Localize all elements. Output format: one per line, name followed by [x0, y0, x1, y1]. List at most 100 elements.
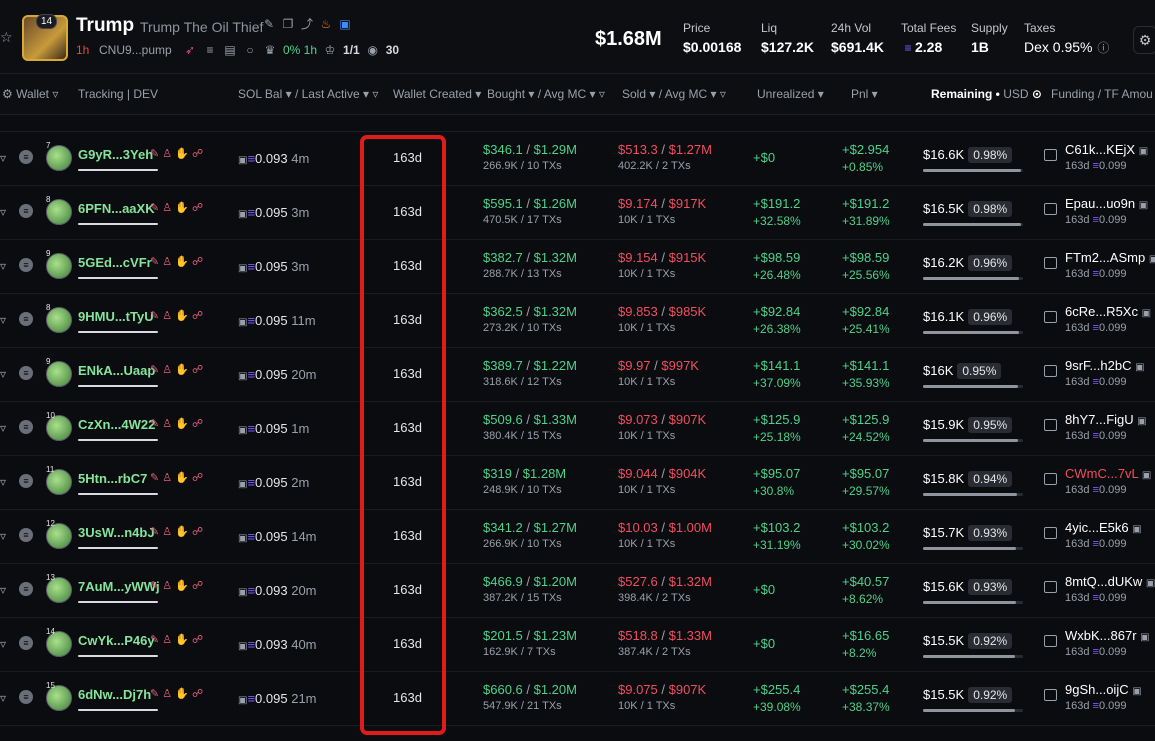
table-row[interactable]: ▿ ≡ 14 CwYk...P46y ✎ ♙ ✋ ☍ ▣≡0.093 40m 163d $20…: [0, 617, 1155, 672]
share-icon[interactable]: ⤴: [300, 17, 314, 31]
funding-cell[interactable]: 9srF...h2bC ▣ 163d ≡0.099: [1065, 358, 1145, 388]
wallet-address[interactable]: 5GEd...cVFr: [78, 255, 152, 270]
wallet-address[interactable]: 5Htn...rbC7: [78, 471, 147, 486]
table-row[interactable]: ▿ ≡ 11 5Htn...rbC7 ✎ ♙ ✋ ☍ ▣≡0.095 2m 163d $319…: [0, 455, 1155, 510]
funding-address[interactable]: 4yic...E5k6: [1065, 520, 1129, 535]
funding-icon[interactable]: [1044, 581, 1057, 593]
wallet-address[interactable]: CzXn...4W22: [78, 417, 155, 432]
menu-icon[interactable]: ≡: [19, 150, 33, 164]
filter-icon[interactable]: ▿: [0, 529, 6, 543]
wallet-address[interactable]: CwYk...P46y: [78, 633, 155, 648]
copy-icon[interactable]: ▣: [1139, 200, 1148, 211]
table-row[interactable]: ▿ ≡ 8 6PFN...aaXK ✎ ♙ ✋ ☍ ▣≡0.095 3m 163d $595.…: [0, 185, 1155, 240]
funding-address[interactable]: CWmC...7vL: [1065, 466, 1138, 481]
header-remaining[interactable]: Remaining • USD ⊙: [931, 87, 1042, 101]
wallet-address[interactable]: 9HMU...tTyU: [78, 309, 154, 324]
filter-icon[interactable]: ▿: [0, 691, 6, 705]
flame-icon[interactable]: ♨: [319, 17, 333, 31]
table-row[interactable]: ▿ ≡ 9 5GEd...cVFr ✎ ♙ ✋ ☍ ▣≡0.095 3m 163d $382.…: [0, 239, 1155, 294]
copy-icon[interactable]: ▣: [1146, 578, 1155, 589]
table-row[interactable]: ▿ ≡ 13 7AuM...yWWj ✎ ♙ ✋ ☍ ▣≡0.093 20m 163d $46…: [0, 563, 1155, 618]
contract-address[interactable]: CNU9...pump: [99, 43, 172, 57]
wallet-address[interactable]: 6dNw...Dj7h: [78, 687, 151, 702]
funding-address[interactable]: 6cRe...R5Xc: [1065, 304, 1138, 319]
copy-icon[interactable]: ▣: [1140, 632, 1149, 643]
header-pnl[interactable]: Pnl ▾: [851, 87, 878, 101]
menu-icon[interactable]: ≡: [19, 636, 33, 650]
note-icon[interactable]: ▤: [223, 43, 237, 57]
table-row[interactable]: ▿ ≡ 9 ENkA...Uaap ✎ ♙ ✋ ☍ ▣≡0.095 20m 163d $389…: [0, 347, 1155, 402]
table-row[interactable]: ▿ ≡ 10 CzXn...4W22 ✎ ♙ ✋ ☍ ▣≡0.095 1m 163d $509…: [0, 401, 1155, 456]
funding-icon[interactable]: [1044, 635, 1057, 647]
funding-cell[interactable]: 8mtQ...dUKw ▣ 163d ≡0.099: [1065, 574, 1155, 604]
funding-cell[interactable]: FTm2...ASmp ▣ 163d ≡0.099: [1065, 250, 1155, 280]
copy-icon[interactable]: ▣: [1142, 308, 1151, 319]
table-row[interactable]: ▿ ≡ 8 9HMU...tTyU ✎ ♙ ✋ ☍ ▣≡0.095 11m 163d $362…: [0, 293, 1155, 348]
copy-icon[interactable]: ❐: [281, 17, 295, 31]
menu-icon[interactable]: ≡: [19, 366, 33, 380]
table-row[interactable]: ▿ ≡ 12 3UsW...n4bJ ✎ ♙ ✋ ☍ ▣≡0.095 14m 163d $34…: [0, 509, 1155, 564]
funding-address[interactable]: C61k...KEjX: [1065, 142, 1135, 157]
copy-icon[interactable]: ▣: [1132, 686, 1141, 697]
menu-icon[interactable]: ≡: [19, 690, 33, 704]
wallet-address[interactable]: 6PFN...aaXK: [78, 201, 155, 216]
filter-icon[interactable]: ▿: [0, 583, 6, 597]
copy-icon[interactable]: ▣: [1137, 416, 1146, 427]
header-sold[interactable]: Sold ▾ / Avg MC ▾ ▿: [622, 87, 726, 101]
funding-address[interactable]: 9srF...h2bC: [1065, 358, 1131, 373]
filter-icon[interactable]: ▿: [0, 259, 6, 273]
table-row[interactable]: ▿ ≡ 15 6dNw...Dj7h ✎ ♙ ✋ ☍ ▣≡0.095 21m 163d $66…: [0, 671, 1155, 726]
funding-icon[interactable]: [1044, 149, 1057, 161]
funding-address[interactable]: 8mtQ...dUKw: [1065, 574, 1142, 589]
wallet-address[interactable]: G9yR...3Yeh: [78, 147, 153, 162]
help-icon[interactable]: ⓘ: [1096, 41, 1110, 55]
search-icon[interactable]: ○: [243, 43, 257, 57]
funding-address[interactable]: 8hY7...FigU: [1065, 412, 1134, 427]
funding-icon[interactable]: [1044, 365, 1057, 377]
settings-button[interactable]: ⚙: [1133, 26, 1155, 54]
wallet-address[interactable]: ENkA...Uaap: [78, 363, 155, 378]
funding-icon[interactable]: [1044, 689, 1057, 701]
funding-cell[interactable]: 6cRe...R5Xc ▣ 163d ≡0.099: [1065, 304, 1151, 334]
funding-cell[interactable]: Epau...uo9n ▣ 163d ≡0.099: [1065, 196, 1148, 226]
funding-icon[interactable]: [1044, 419, 1057, 431]
funding-icon[interactable]: [1044, 257, 1057, 269]
filter-icon[interactable]: ▿: [0, 205, 6, 219]
filter-icon[interactable]: ▿: [0, 313, 6, 327]
chat-icon[interactable]: ▣: [338, 17, 352, 31]
copy-icon[interactable]: ▣: [1139, 146, 1148, 157]
funding-address[interactable]: WxbK...867r: [1065, 628, 1137, 643]
funding-icon[interactable]: [1044, 203, 1057, 215]
funding-cell[interactable]: 4yic...E5k6 ▣ 163d ≡0.099: [1065, 520, 1142, 550]
funding-address[interactable]: FTm2...ASmp: [1065, 250, 1145, 265]
funding-cell[interactable]: WxbK...867r ▣ 163d ≡0.099: [1065, 628, 1150, 658]
funding-cell[interactable]: 9gSh...oijC ▣ 163d ≡0.099: [1065, 682, 1142, 712]
copy-icon[interactable]: ▣: [1135, 362, 1144, 373]
menu-icon[interactable]: ≡: [19, 204, 33, 218]
header-wallet-created[interactable]: Wallet Created ▾: [393, 87, 481, 101]
funding-icon[interactable]: [1044, 311, 1057, 323]
wallet-address[interactable]: 7AuM...yWWj: [78, 579, 160, 594]
edit-icon[interactable]: ✎: [262, 17, 276, 31]
funding-cell[interactable]: 8hY7...FigU ▣ 163d ≡0.099: [1065, 412, 1147, 442]
header-bought[interactable]: Bought ▾ / Avg MC ▾ ▿: [487, 87, 605, 101]
filter-icon[interactable]: ▿: [0, 367, 6, 381]
copy-icon[interactable]: ▣: [1132, 524, 1141, 535]
copy-icon[interactable]: ▣: [1149, 254, 1155, 265]
filter-icon[interactable]: ▿: [0, 421, 6, 435]
menu-icon[interactable]: ≡: [19, 582, 33, 596]
funding-cell[interactable]: CWmC...7vL ▣ 163d ≡0.099: [1065, 466, 1151, 496]
header-funding[interactable]: Funding / TF Amou: [1051, 87, 1153, 101]
wallet-address[interactable]: 3UsW...n4bJ: [78, 525, 155, 540]
filter-icon[interactable]: ▿: [0, 475, 6, 489]
header-wallet[interactable]: ⚙ Wallet ▿: [2, 87, 58, 101]
header-sol-bal[interactable]: SOL Bal ▾ / Last Active ▾ ▿: [238, 87, 378, 101]
header-tracking[interactable]: Tracking | DEV: [78, 87, 158, 101]
menu-icon[interactable]: ≡: [19, 420, 33, 434]
funding-icon[interactable]: [1044, 527, 1057, 539]
header-unrealized[interactable]: Unrealized ▾: [757, 87, 824, 101]
menu-icon[interactable]: ≡: [19, 312, 33, 326]
filter-icon[interactable]: ▿: [0, 637, 6, 651]
menu-icon[interactable]: ≡: [19, 474, 33, 488]
copy-icon[interactable]: ▣: [1142, 470, 1151, 481]
